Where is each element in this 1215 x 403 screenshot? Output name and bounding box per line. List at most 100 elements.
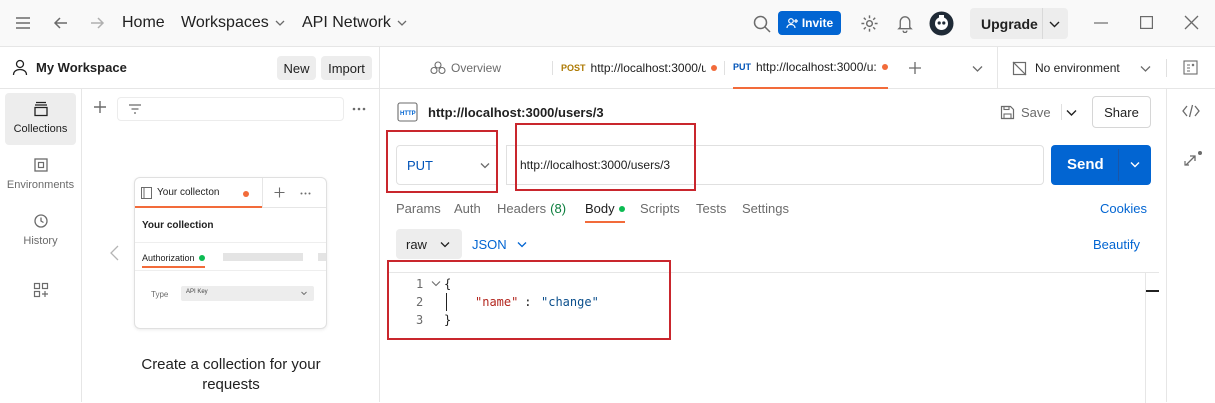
sidebar-item-apps[interactable] (5, 274, 76, 308)
import-button[interactable]: Import (321, 56, 372, 80)
save-icon (1000, 105, 1015, 120)
tab-auth[interactable]: Auth (454, 201, 481, 216)
search-icon[interactable] (752, 14, 772, 34)
send-button[interactable]: Send (1051, 145, 1151, 185)
chevron-down-icon[interactable] (1140, 65, 1151, 73)
mini-tab-actions (262, 178, 326, 208)
unsaved-dot (882, 64, 888, 70)
settings-gear-icon[interactable] (860, 14, 879, 33)
divider (1166, 59, 1167, 77)
sidebar-item-history[interactable]: History (5, 205, 76, 257)
tab-put-request[interactable]: PUT http://localhost:3000/u: (733, 47, 888, 89)
tab-divider (552, 61, 553, 75)
tab-headers[interactable]: Headers (8) (497, 201, 566, 216)
tab-post-request[interactable]: POST http://localhost:3000/u (561, 47, 717, 89)
add-user-icon (786, 18, 798, 29)
sidebar-nav: Collections Environments History (0, 89, 82, 402)
file-icon (141, 187, 152, 199)
body-mode-select[interactable]: raw (396, 229, 462, 259)
mini-tab-label: Your collecton (157, 187, 220, 198)
mini-tab: Your collecton (135, 178, 262, 208)
body-mode-label: raw (406, 237, 427, 252)
forward-arrow-icon[interactable] (88, 14, 106, 32)
tab-body-label: Body (585, 201, 615, 216)
chevron-down-icon (517, 241, 527, 248)
divider (1061, 104, 1062, 120)
more-options-icon (300, 192, 311, 195)
send-divider (1118, 149, 1119, 181)
collections-icon (33, 101, 48, 117)
share-button[interactable]: Share (1092, 96, 1151, 128)
sidebar-item-label: Collections (13, 123, 68, 135)
mini-type-label: Type (151, 290, 169, 299)
workspace-header: My Workspace New Import (0, 47, 380, 89)
environment-select[interactable]: No environment (1012, 47, 1152, 89)
code-icon[interactable] (1182, 104, 1200, 118)
workspaces-menu[interactable]: Workspaces (181, 14, 285, 32)
related-collections-icon[interactable] (1184, 150, 1204, 168)
minimize-icon[interactable] (1094, 22, 1108, 24)
body-format-label: JSON (472, 237, 507, 252)
body-format-select[interactable]: JSON (472, 229, 536, 259)
upgrade-label: Upgrade (981, 16, 1038, 32)
sidebar-item-collections[interactable]: Collections (5, 93, 76, 145)
chevron-down-icon (440, 241, 450, 248)
back-arrow-icon[interactable] (52, 14, 70, 32)
editor-scrollbar[interactable] (1145, 273, 1159, 403)
home-link[interactable]: Home (122, 14, 165, 32)
tab-tests[interactable]: Tests (696, 201, 726, 216)
chevron-down-icon[interactable] (1066, 109, 1077, 117)
filter-input[interactable] (117, 97, 344, 121)
request-tabs-bar: Overview POST http://localhost:3000/u PU… (380, 47, 1215, 89)
menu-icon[interactable] (14, 15, 32, 31)
tab-label: http://localhost:3000/u (590, 61, 706, 75)
unsaved-dot (243, 191, 249, 197)
overview-icon (430, 61, 446, 75)
tab-overview[interactable]: Overview (430, 47, 550, 89)
sidebar-item-label: Environments (6, 179, 75, 191)
api-network-menu[interactable]: API Network (302, 14, 407, 32)
tab-params[interactable]: Params (396, 201, 441, 216)
tab-label: http://localhost:3000/u: (756, 60, 877, 74)
chevron-down-icon[interactable] (972, 65, 983, 73)
new-tab-icon[interactable] (908, 61, 922, 75)
url-highlight-box (515, 123, 696, 191)
beautify-button[interactable]: Beautify (1093, 237, 1140, 252)
tab-method: POST (561, 63, 586, 73)
more-options-icon[interactable] (352, 107, 366, 111)
maximize-icon[interactable] (1140, 16, 1153, 29)
divider (135, 270, 326, 271)
active-dot (618, 205, 625, 212)
scroll-position-marker (1146, 290, 1159, 292)
api-network-label: API Network (302, 14, 391, 31)
svg-text:HTTP: HTTP (400, 111, 416, 117)
environment-quick-look-icon[interactable] (1183, 60, 1198, 75)
active-dot (198, 255, 205, 261)
avatar[interactable] (929, 11, 954, 36)
chevron-down-icon (275, 20, 285, 26)
invite-button[interactable]: Invite (778, 11, 841, 35)
chevron-down-icon[interactable] (1049, 19, 1060, 29)
environments-icon (33, 158, 48, 172)
tab-scripts[interactable]: Scripts (640, 201, 680, 216)
notifications-bell-icon[interactable] (896, 14, 914, 33)
sidebar-item-environments[interactable]: Environments (5, 149, 76, 201)
request-title[interactable]: http://localhost:3000/users/3 (428, 105, 604, 120)
tab-body[interactable]: Body (585, 201, 625, 223)
sidebar-item-label: History (23, 235, 58, 247)
upgrade-button[interactable]: Upgrade (970, 8, 1068, 39)
method-highlight-box (386, 130, 498, 193)
body-highlight-box (387, 260, 671, 340)
tab-settings[interactable]: Settings (742, 201, 789, 216)
workspace-name[interactable]: My Workspace (36, 60, 127, 75)
close-icon[interactable] (1184, 15, 1199, 30)
environment-label: No environment (1035, 61, 1120, 75)
history-icon (33, 214, 48, 228)
add-icon[interactable] (93, 100, 107, 114)
cookies-link[interactable]: Cookies (1100, 201, 1147, 216)
placeholder-bar (223, 253, 303, 261)
chevron-left-icon[interactable] (110, 245, 119, 261)
empty-state-title: Create a collection for your requests (141, 356, 321, 393)
new-button[interactable]: New (277, 56, 316, 80)
chevron-down-icon[interactable] (1130, 161, 1140, 168)
